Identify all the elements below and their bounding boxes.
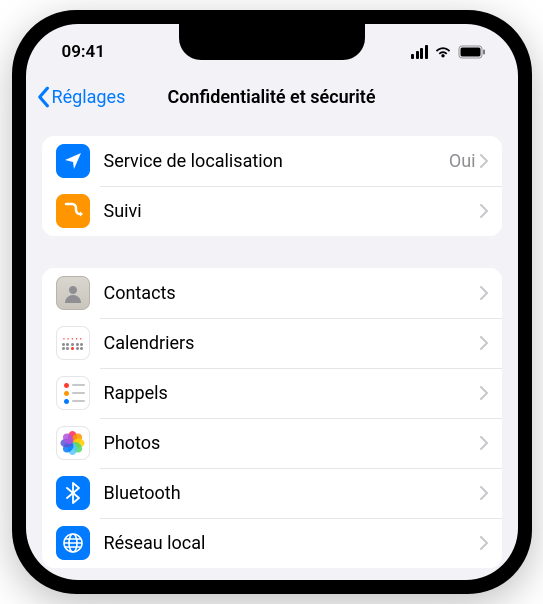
screen: 09:41 Réglages xyxy=(26,24,518,580)
row-bluetooth[interactable]: Bluetooth xyxy=(42,468,502,518)
chevron-right-icon xyxy=(480,386,488,400)
photos-icon xyxy=(56,426,90,460)
row-label: Suivi xyxy=(104,201,480,222)
row-reminders[interactable]: Rappels xyxy=(42,368,502,418)
row-label: Photos xyxy=(104,433,480,454)
side-button xyxy=(530,210,532,310)
row-contacts[interactable]: Contacts xyxy=(42,268,502,318)
row-calendar[interactable]: • • • • • Calendriers xyxy=(42,318,502,368)
side-button xyxy=(12,280,14,342)
chevron-right-icon xyxy=(480,286,488,300)
side-button xyxy=(12,200,14,262)
row-location-services[interactable]: Service de localisation Oui xyxy=(42,136,502,186)
notch xyxy=(179,24,365,60)
chevron-right-icon xyxy=(480,336,488,350)
row-label: Réseau local xyxy=(104,533,480,554)
chevron-left-icon xyxy=(36,86,50,108)
wifi-icon xyxy=(434,45,452,59)
row-label: Rappels xyxy=(104,383,480,404)
contacts-icon xyxy=(56,276,90,310)
chevron-right-icon xyxy=(480,154,488,168)
calendar-icon: • • • • • xyxy=(56,326,90,360)
back-label: Réglages xyxy=(52,87,126,108)
navigation-bar: Réglages Confidentialité et sécurité xyxy=(26,74,518,120)
settings-group: Contacts • • • • • Calendriers xyxy=(42,268,502,568)
cellular-icon xyxy=(411,45,428,59)
chevron-right-icon xyxy=(480,486,488,500)
back-button[interactable]: Réglages xyxy=(36,86,126,108)
row-label: Contacts xyxy=(104,283,480,304)
row-label: Service de localisation xyxy=(104,151,449,172)
row-label: Bluetooth xyxy=(104,483,480,504)
settings-group: Service de localisation Oui Suivi xyxy=(42,136,502,236)
reminders-icon xyxy=(56,376,90,410)
content-area: Service de localisation Oui Suivi xyxy=(26,120,518,580)
chevron-right-icon xyxy=(480,536,488,550)
battery-icon xyxy=(458,45,486,59)
location-icon xyxy=(56,144,90,178)
row-local-network[interactable]: Réseau local xyxy=(42,518,502,568)
bluetooth-icon xyxy=(56,476,90,510)
chevron-right-icon xyxy=(480,204,488,218)
row-tracking[interactable]: Suivi xyxy=(42,186,502,236)
tracking-icon xyxy=(56,194,90,228)
side-button xyxy=(12,140,14,174)
localnetwork-icon xyxy=(56,526,90,560)
row-photos[interactable]: Photos xyxy=(42,418,502,468)
row-value: Oui xyxy=(449,151,476,172)
chevron-right-icon xyxy=(480,436,488,450)
status-time: 09:41 xyxy=(62,42,105,62)
row-label: Calendriers xyxy=(104,333,480,354)
phone-frame: 09:41 Réglages xyxy=(12,10,532,594)
